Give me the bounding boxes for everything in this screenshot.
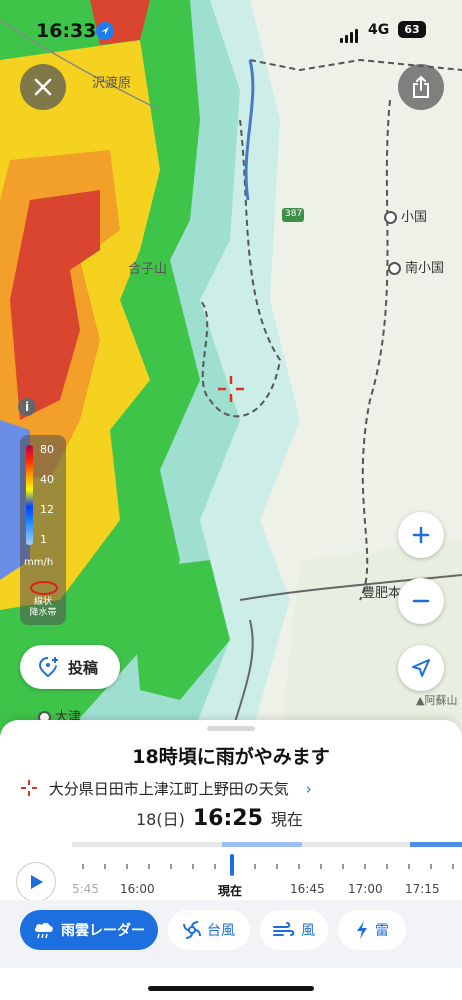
location-crosshair-icon [21, 780, 37, 796]
play-button[interactable] [16, 862, 56, 902]
legend-band-label: 線状 降水帯 [29, 597, 57, 618]
home-indicator [148, 986, 314, 991]
wind-icon [273, 922, 295, 936]
timeline-tick [276, 864, 278, 869]
timeline-cursor[interactable] [230, 854, 234, 876]
tab-typhoon[interactable]: 台風 [168, 910, 250, 950]
tab-label: 風 [301, 923, 315, 939]
timeline-forecast-segment [222, 842, 302, 847]
navigation-arrow-icon [412, 659, 430, 677]
lightning-icon [357, 921, 367, 939]
map-canvas [0, 0, 462, 740]
linear-rainband-icon [30, 581, 58, 595]
legend-level: 80 [40, 443, 54, 456]
timeline-tick [126, 864, 128, 869]
legend-level: 40 [40, 473, 54, 486]
tab-label: 台風 [207, 923, 235, 939]
timeline-tick [364, 864, 366, 869]
location-weather-link[interactable]: 大分県日田市上津江町上野田の天気 › [20, 778, 312, 799]
timeline-tick [170, 864, 172, 869]
timeline-tick [214, 864, 216, 869]
network-type: 4G [368, 22, 390, 38]
share-icon [413, 75, 429, 98]
location-arrow-icon [96, 22, 114, 40]
obs-date: 18(日) [136, 810, 185, 829]
play-icon [31, 875, 43, 889]
info-icon[interactable]: i [18, 398, 36, 416]
mountain-label: 合子山 [128, 262, 168, 277]
timeline-label: 5:45 [72, 882, 99, 896]
share-button[interactable] [398, 64, 444, 110]
timeline-forecast-segment [410, 842, 462, 847]
route-badge: 387 [285, 209, 303, 219]
rain-forecast-headline: 18時頃に雨がやみます [132, 746, 330, 768]
timeline-tick [386, 864, 388, 869]
typhoon-icon [183, 921, 201, 939]
tab-wind[interactable]: 風 [260, 910, 328, 950]
tab-label: 雷 [375, 923, 389, 939]
timeline-tick [148, 864, 150, 869]
current-location-button[interactable] [398, 645, 444, 691]
timeline-tick [342, 864, 344, 869]
obs-time: 16:25 [192, 806, 263, 831]
zoom-out-button[interactable] [398, 578, 444, 624]
post-button[interactable]: 投稿 [20, 645, 120, 689]
timeline-label: 17:15 [405, 882, 440, 896]
timeline-tick [452, 864, 454, 869]
chevron-right-icon: › [305, 780, 312, 798]
rain-cloud-icon [34, 922, 53, 939]
tab-label: 雨雲レーダー [61, 923, 145, 939]
minus-icon [412, 599, 430, 603]
timeline-tick [298, 864, 300, 869]
zoom-in-button[interactable] [398, 512, 444, 558]
legend-level: 1 [40, 533, 47, 546]
rail-label: 豊肥本 [362, 586, 402, 601]
timeline-tick [82, 864, 84, 869]
town-label-oguni: 小国 [384, 206, 427, 225]
radar-map[interactable]: 沢渡原 小国 南小国 合子山 387 豊肥本 大津 ▲阿蘇山 i 80 40 1… [0, 0, 462, 740]
observation-time: 18(日) 16:25 現在 [136, 806, 303, 831]
mode-tabs: 雨雲レーダー 台風 風 雷 [0, 900, 462, 968]
signal-icon [340, 24, 360, 43]
status-bar: 16:33 4G 63 [0, 0, 462, 56]
close-button[interactable] [20, 64, 66, 110]
status-time: 16:33 [36, 20, 97, 42]
timeline-tick [104, 864, 106, 869]
legend-color-bar [26, 445, 33, 545]
timeline-tick [408, 864, 410, 869]
sheet-drag-handle[interactable] [207, 726, 255, 731]
time-slider[interactable]: 5:45 16:00 現在 16:45 17:00 17:15 [0, 838, 462, 902]
legend-unit: mm/h [24, 557, 54, 568]
timeline-tick [320, 864, 322, 869]
location-crosshair-icon [218, 376, 244, 402]
legend-level: 12 [40, 503, 54, 516]
obs-suffix: 現在 [270, 810, 303, 829]
timeline-label: 17:00 [348, 882, 383, 896]
battery-icon: 63 [398, 21, 426, 38]
plus-icon [412, 526, 430, 544]
post-pin-icon [38, 657, 58, 678]
mountain-label-aso: ▲阿蘇山 [416, 694, 458, 707]
timeline-label: 16:00 [120, 882, 155, 896]
timeline-tick [430, 864, 432, 869]
close-icon [34, 78, 52, 96]
precipitation-legend: 80 40 12 1 mm/h 線状 降水帯 [20, 435, 66, 625]
timeline-label-now: 現在 [218, 884, 243, 898]
post-button-label: 投稿 [68, 659, 99, 677]
map-label: 沢渡原 [92, 76, 132, 91]
location-name: 大分県日田市上津江町上野田の天気 [48, 780, 289, 798]
timeline-tick [192, 864, 194, 869]
weather-sheet: 18時頃に雨がやみます 大分県日田市上津江町上野田の天気 › 18(日) 16:2… [0, 720, 462, 1000]
tab-rain-radar[interactable]: 雨雲レーダー [20, 910, 158, 950]
town-label-minamioguni: 南小国 [388, 257, 444, 276]
tab-lightning[interactable]: 雷 [338, 910, 406, 950]
timeline-label: 16:45 [290, 882, 325, 896]
timeline-tick [254, 864, 256, 869]
